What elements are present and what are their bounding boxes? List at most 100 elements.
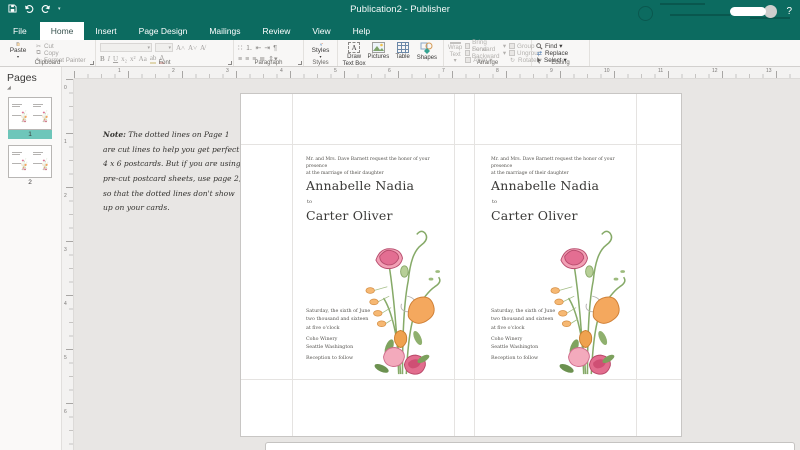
ruler-corner bbox=[62, 67, 74, 79]
page-thumbnail-2[interactable]: 2 bbox=[8, 145, 52, 187]
send-backward-button[interactable]: Send Backward▾ bbox=[465, 50, 506, 56]
ruler-number: 1 bbox=[118, 68, 121, 74]
ruler-number: 5 bbox=[64, 355, 67, 361]
note-text-box[interactable]: Note: The dotted lines on Page 1 are cut… bbox=[103, 128, 243, 216]
copy-icon: ⧉ bbox=[35, 50, 42, 57]
ruler-number: 6 bbox=[388, 68, 391, 74]
paste-button[interactable]: Paste ▾ bbox=[4, 42, 32, 58]
tab-help[interactable]: Help bbox=[342, 22, 381, 40]
grow-font-icon[interactable]: A˄ bbox=[176, 44, 185, 52]
clear-formatting-icon[interactable]: A̸ bbox=[200, 44, 205, 52]
bride-name[interactable]: Annabelle Nadia bbox=[491, 178, 599, 193]
decrease-indent-icon[interactable]: ⇤ bbox=[255, 44, 261, 52]
ruler-number: 8 bbox=[496, 68, 499, 74]
group-clipboard: Paste ▾ ✂Cut ⧉Copy ✎Format Painter Clipb… bbox=[0, 40, 96, 66]
horizontal-scrollbar[interactable] bbox=[265, 442, 795, 450]
shrink-font-icon[interactable]: A˅ bbox=[188, 44, 197, 52]
show-paragraph-marks-icon[interactable]: ¶ bbox=[273, 45, 277, 52]
horizontal-ruler: 12345678910111213 bbox=[74, 67, 800, 79]
bullets-icon[interactable]: ∷ bbox=[238, 44, 242, 52]
ruler-number: 2 bbox=[172, 68, 175, 74]
ruler-number: 2 bbox=[64, 193, 67, 199]
tab-file[interactable]: File bbox=[0, 22, 40, 40]
flower-bouquet-image[interactable] bbox=[354, 224, 451, 376]
replace-icon: ⇄ bbox=[536, 50, 543, 57]
reception-text[interactable]: Reception to follow bbox=[306, 356, 353, 361]
tab-page-design[interactable]: Page Design bbox=[128, 22, 199, 40]
find-button[interactable]: Find▾ bbox=[536, 43, 568, 49]
ruler-number: 10 bbox=[604, 68, 610, 74]
invitation-intro[interactable]: Mr. and Mrs. Dave Barnett request the ho… bbox=[306, 157, 436, 178]
ruler-number: 12 bbox=[712, 68, 718, 74]
venue-text[interactable]: Coho WinerySeattle Washington bbox=[306, 336, 353, 353]
groom-name[interactable]: Carter Oliver bbox=[491, 208, 578, 223]
paste-icon bbox=[12, 42, 24, 46]
bride-name[interactable]: Annabelle Nadia bbox=[306, 178, 414, 193]
title-bar: ▾ Publication2 - Publisher ? bbox=[0, 0, 800, 22]
tab-insert[interactable]: Insert bbox=[84, 22, 127, 40]
publisher-window: ▾ Publication2 - Publisher ? File Home I… bbox=[0, 0, 800, 450]
group-font: A˄ A˅ A̸ B I U x₂ x² Aa ab A Font bbox=[96, 40, 234, 66]
font-name-combo[interactable] bbox=[100, 43, 152, 52]
joiner-text[interactable]: to bbox=[492, 199, 497, 205]
tab-review[interactable]: Review bbox=[252, 22, 302, 40]
find-icon bbox=[536, 43, 543, 50]
pages-panel: Pages ◢ 1 2 bbox=[0, 67, 62, 450]
ruler-number: 4 bbox=[280, 68, 283, 74]
svg-text:A: A bbox=[319, 42, 322, 46]
groom-name[interactable]: Carter Oliver bbox=[306, 208, 393, 223]
paragraph-dialog-launcher-icon[interactable] bbox=[298, 61, 302, 65]
group-styles: A Styles ▾ Styles bbox=[304, 40, 338, 66]
page-number-badge: 1 bbox=[8, 130, 52, 139]
tab-home[interactable]: Home bbox=[40, 22, 85, 40]
copy-button[interactable]: ⧉Copy bbox=[35, 50, 86, 56]
table-button[interactable]: Table bbox=[391, 42, 415, 58]
ribbon: Paste ▾ ✂Cut ⧉Copy ✎Format Painter Clipb… bbox=[0, 40, 800, 67]
window-title: Publication2 - Publisher bbox=[0, 4, 800, 15]
draw-text-box-button[interactable]: A Draw Text Box bbox=[342, 42, 366, 58]
collapse-panel-icon[interactable]: ◢ bbox=[0, 86, 61, 91]
ungroup-icon bbox=[509, 50, 515, 56]
table-icon bbox=[397, 42, 409, 53]
avatar[interactable] bbox=[764, 5, 777, 18]
group-editing: Find▾ ⇄ Replace Select▾ Editing bbox=[532, 40, 590, 66]
pictures-icon bbox=[372, 42, 385, 53]
clipboard-dialog-launcher-icon[interactable] bbox=[90, 61, 94, 65]
invitation-card-1[interactable]: Mr. and Mrs. Dave Barnett request the ho… bbox=[292, 144, 454, 379]
ribbon-tab-bar: File Home Insert Page Design Mailings Re… bbox=[0, 22, 800, 40]
page-thumbnail-1[interactable]: 1 bbox=[8, 97, 52, 139]
page-number-badge: 2 bbox=[8, 178, 52, 187]
shapes-button[interactable]: Shapes bbox=[415, 42, 439, 58]
invitation-card-2[interactable]: Mr. and Mrs. Dave Barnett request the ho… bbox=[477, 144, 639, 379]
workspace-canvas[interactable]: Note: The dotted lines on Page 1 are cut… bbox=[74, 79, 800, 450]
venue-text[interactable]: Coho WinerySeattle Washington bbox=[491, 336, 538, 353]
replace-button[interactable]: ⇄ Replace bbox=[536, 50, 568, 56]
font-size-combo[interactable] bbox=[155, 43, 173, 52]
group-objects: A Draw Text Box Pictures Table Shapes bbox=[338, 40, 444, 66]
vertical-ruler: 0123456 bbox=[62, 79, 74, 450]
cut-button[interactable]: ✂Cut bbox=[35, 43, 86, 49]
font-dialog-launcher-icon[interactable] bbox=[228, 61, 232, 65]
joiner-text[interactable]: to bbox=[307, 199, 312, 205]
ruler-number: 6 bbox=[64, 409, 67, 415]
numbering-icon[interactable]: ⒈ bbox=[245, 43, 252, 53]
tab-view[interactable]: View bbox=[301, 22, 341, 40]
wrap-text-button[interactable]: Wrap Text ▾ bbox=[448, 42, 462, 58]
publication-page[interactable]: Mr. and Mrs. Dave Barnett request the ho… bbox=[240, 93, 682, 437]
invitation-intro[interactable]: Mr. and Mrs. Dave Barnett request the ho… bbox=[491, 157, 621, 178]
reception-text[interactable]: Reception to follow bbox=[491, 356, 538, 361]
increase-indent-icon[interactable]: ⇥ bbox=[264, 44, 270, 52]
shapes-icon bbox=[420, 42, 434, 54]
tab-mailings[interactable]: Mailings bbox=[198, 22, 251, 40]
date-text[interactable]: Saturday, the sixth of Junetwo thousand … bbox=[306, 308, 370, 333]
ruler-number: 7 bbox=[442, 68, 445, 74]
flower-bouquet-image[interactable] bbox=[539, 224, 636, 376]
ruler-number: 11 bbox=[658, 68, 663, 74]
date-text[interactable]: Saturday, the sixth of Junetwo thousand … bbox=[491, 308, 555, 333]
group-arrange: Wrap Text ▾ Bring Forward▾ Send Backward… bbox=[444, 40, 532, 66]
group-paragraph: ∷ ⒈ ⇤ ⇥ ¶ ≡ ≡ ≡ ≣ ⇕▾ Paragraph bbox=[234, 40, 304, 66]
styles-button[interactable]: A Styles ▾ bbox=[308, 42, 333, 58]
paste-dropdown-caret[interactable]: ▾ bbox=[17, 55, 19, 58]
help-icon[interactable]: ? bbox=[786, 6, 792, 17]
pictures-button[interactable]: Pictures bbox=[366, 42, 390, 58]
